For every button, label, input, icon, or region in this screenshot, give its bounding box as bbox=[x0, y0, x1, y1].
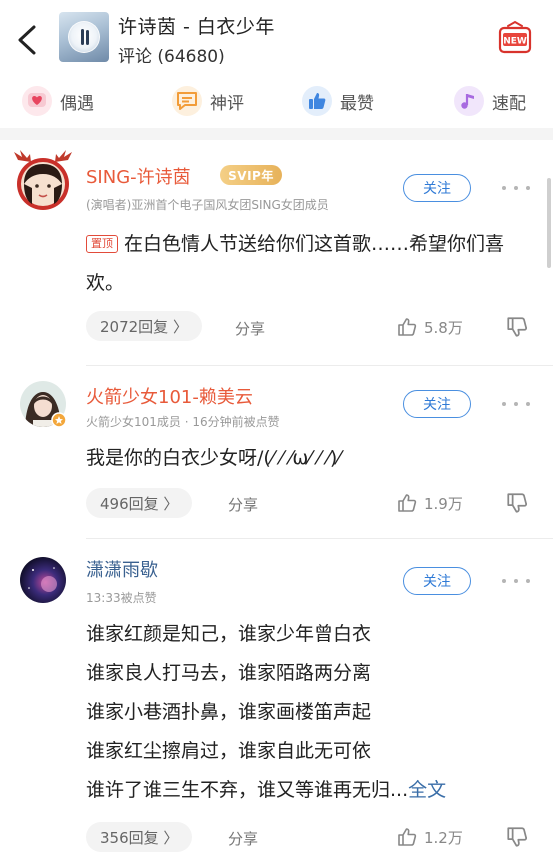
follow-button[interactable]: 关注 bbox=[403, 390, 471, 418]
top-bar: 许诗茵 - 白衣少年 评论 (64680) NEW bbox=[0, 0, 553, 76]
user-subtitle: 火箭少女101成员 · 16分钟前被点赞 bbox=[86, 415, 280, 429]
user-subtitle: (演唱者)亚洲首个电子国风女团SING女团成员 bbox=[86, 198, 329, 212]
comment-text: 置顶 在白色情人节送给你们这首歌……希望你们喜欢。 bbox=[86, 233, 505, 294]
share-button[interactable]: 分享 bbox=[228, 494, 258, 515]
filter-label: 神评 bbox=[210, 93, 244, 114]
thumbs-down-icon[interactable] bbox=[505, 315, 529, 339]
filter-label: 速配 bbox=[492, 93, 526, 114]
full-text-link[interactable]: 全文 bbox=[408, 779, 446, 801]
thumbs-up-icon bbox=[398, 318, 417, 336]
thumbs-up-icon bbox=[398, 828, 417, 846]
comment-text: 我是你的白衣少女呀/(⁄ ⁄ ⁄ω⁄ ⁄ ⁄)⁄ bbox=[86, 447, 341, 469]
reply-button[interactable]: 356回复 〉 bbox=[86, 822, 193, 852]
like-count: 1.9万 bbox=[424, 494, 463, 513]
comment-item: 潇潇雨歇 13:33被点赞 关注 谁家红颜是知己，谁家少年曾白衣 谁家良人打马去… bbox=[0, 540, 553, 864]
comment-line: 谁家良人打马去，谁家陌路两分离 bbox=[86, 662, 372, 684]
avatar[interactable] bbox=[10, 148, 76, 214]
music-note-icon bbox=[454, 86, 484, 116]
comment-item: 火箭少女101-赖美云 火箭少女101成员 · 16分钟前被点赞 关注 我是你的… bbox=[0, 368, 553, 540]
section-divider bbox=[0, 128, 553, 140]
comment-line: 谁许了谁三生不弃，谁又等谁再无归...全文 bbox=[86, 779, 447, 801]
more-options-button[interactable] bbox=[502, 394, 530, 414]
username[interactable]: SING-许诗茵 bbox=[86, 163, 191, 189]
share-button[interactable]: 分享 bbox=[235, 318, 265, 339]
share-button[interactable]: 分享 bbox=[228, 828, 258, 849]
filter-match[interactable]: 速配 bbox=[454, 84, 526, 118]
comment-line: 谁家小巷酒扑鼻，谁家画楼笛声起 bbox=[86, 701, 372, 723]
like-button[interactable]: 1.2万 bbox=[396, 825, 463, 849]
thumbs-down-icon[interactable] bbox=[505, 491, 529, 515]
user-subtitle: 13:33被点赞 bbox=[86, 591, 157, 605]
comment-filter-bar: 偶遇 神评 最赞 速配 bbox=[0, 80, 553, 124]
comment-line: 谁家红尘擦肩过，谁家自此无可依 bbox=[86, 740, 372, 762]
filter-hot-comments[interactable]: 神评 bbox=[172, 84, 244, 118]
song-title[interactable]: 许诗茵 - 白衣少年 bbox=[118, 12, 275, 39]
reply-button[interactable]: 2072回复 〉 bbox=[86, 311, 202, 341]
avatar[interactable] bbox=[19, 556, 67, 604]
filter-most-liked[interactable]: 最赞 bbox=[302, 84, 374, 118]
filter-label: 最赞 bbox=[340, 93, 374, 114]
svg-text:NEW: NEW bbox=[503, 37, 527, 47]
filter-label: 偶遇 bbox=[60, 93, 94, 114]
reply-button[interactable]: 496回复 〉 bbox=[86, 488, 193, 518]
comment-separator bbox=[86, 365, 553, 366]
album-cover[interactable] bbox=[59, 12, 109, 62]
new-badge-icon[interactable]: NEW bbox=[497, 20, 533, 56]
scrollbar[interactable] bbox=[547, 178, 551, 268]
pinned-tag: 置顶 bbox=[86, 235, 118, 253]
comment-item: SING-许诗茵 SVIP年 (演唱者)亚洲首个电子国风女团SING女团成员 关… bbox=[0, 140, 553, 368]
comment-line: 谁家红颜是知己，谁家少年曾白衣 bbox=[86, 623, 372, 645]
username[interactable]: 火箭少女101-赖美云 bbox=[86, 383, 253, 409]
more-options-button[interactable] bbox=[502, 178, 530, 198]
message-icon bbox=[172, 86, 202, 116]
heart-chat-icon bbox=[22, 86, 52, 116]
follow-button[interactable]: 关注 bbox=[403, 174, 471, 202]
chevron-left-icon bbox=[18, 25, 36, 55]
comment-text: 谁家红颜是知己，谁家少年曾白衣 谁家良人打马去，谁家陌路两分离 谁家小巷酒扑鼻，… bbox=[86, 615, 526, 810]
like-count: 5.8万 bbox=[424, 318, 463, 337]
like-button[interactable]: 5.8万 bbox=[396, 315, 463, 339]
username[interactable]: 潇潇雨歇 bbox=[86, 556, 158, 582]
thumbs-up-icon bbox=[398, 494, 417, 512]
thumbs-down-icon[interactable] bbox=[505, 825, 529, 849]
thumbs-up-icon bbox=[302, 86, 332, 116]
like-button[interactable]: 1.9万 bbox=[396, 491, 463, 515]
avatar[interactable] bbox=[19, 380, 69, 430]
filter-encounter[interactable]: 偶遇 bbox=[22, 84, 94, 118]
comment-separator bbox=[86, 538, 553, 539]
follow-button[interactable]: 关注 bbox=[403, 567, 471, 595]
like-count: 1.2万 bbox=[424, 828, 463, 847]
back-button[interactable] bbox=[10, 20, 44, 60]
more-options-button[interactable] bbox=[502, 571, 530, 591]
comment-count: 评论 (64680) bbox=[118, 47, 225, 67]
svip-badge: SVIP年 bbox=[220, 165, 282, 185]
